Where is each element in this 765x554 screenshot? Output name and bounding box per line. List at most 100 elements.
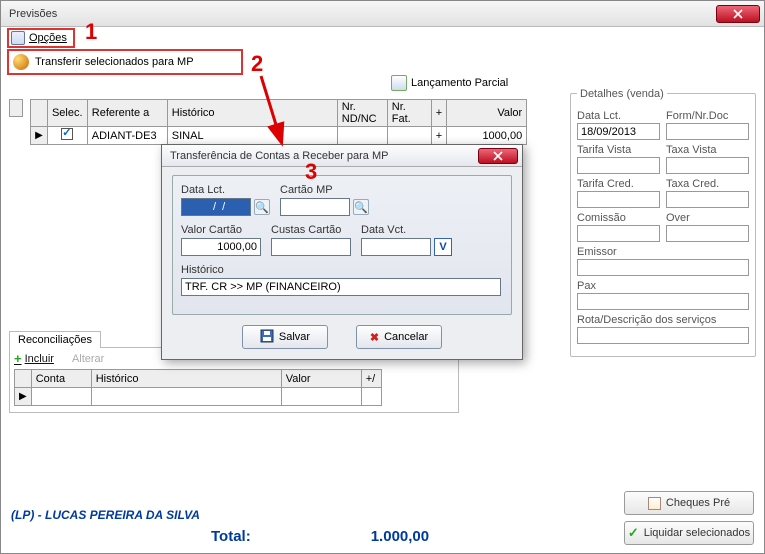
tarifa-vista-input[interactable] xyxy=(577,157,660,174)
data-lct-input[interactable] xyxy=(577,123,660,140)
modal-valor-cartao-label: Valor Cartão xyxy=(181,224,261,236)
detalhes-title: Detalhes (venda) xyxy=(577,88,667,100)
cancelar-label: Cancelar xyxy=(384,331,428,343)
transferir-row: Transferir selecionados para MP xyxy=(1,49,764,75)
row-marker: ▶ xyxy=(31,127,48,145)
recon-col-historico[interactable]: Histórico xyxy=(91,370,281,388)
modal-historico-label: Histórico xyxy=(181,264,503,276)
grid-toggle-icon[interactable] xyxy=(9,99,23,117)
form-input[interactable] xyxy=(666,123,749,140)
col-selec[interactable]: Selec. xyxy=(47,100,87,127)
tarifa-cred-input[interactable] xyxy=(577,191,660,208)
cheques-pre-button[interactable]: Cheques Pré xyxy=(624,491,754,515)
salvar-button[interactable]: Salvar xyxy=(242,325,328,349)
cheques-label: Cheques Pré xyxy=(666,497,730,509)
pax-label: Pax xyxy=(577,280,749,292)
emissor-input[interactable] xyxy=(577,259,749,276)
data-lct-label: Data Lct. xyxy=(577,110,660,122)
modal-valor-cartao-input[interactable] xyxy=(181,238,261,256)
comissao-label: Comissão xyxy=(577,212,660,224)
lookup-icon[interactable]: 🔍 xyxy=(353,199,369,215)
recon-col-conta[interactable]: Conta xyxy=(31,370,91,388)
over-label: Over xyxy=(666,212,749,224)
incluir-button[interactable]: + Incluir xyxy=(14,351,54,366)
save-icon xyxy=(260,329,274,346)
total-value: 1.000,00 xyxy=(371,528,429,545)
taxa-cred-input[interactable] xyxy=(666,191,749,208)
rota-label: Rota/Descrição dos serviços xyxy=(577,314,749,326)
salvar-label: Salvar xyxy=(279,331,310,343)
transferir-label: Transferir selecionados para MP xyxy=(35,56,194,68)
modal-fieldset: Data Lct. 🔍 Cartão MP 🔍 xyxy=(172,175,512,315)
recon-col-valor[interactable]: Valor xyxy=(281,370,361,388)
cancel-icon: ✖ xyxy=(370,331,379,344)
comissao-input[interactable] xyxy=(577,225,660,242)
cell-valor: 1000,00 xyxy=(447,127,527,145)
modal-close-button[interactable] xyxy=(478,148,518,164)
recon-grid: Conta Histórico Valor +/ ▶ xyxy=(14,369,382,406)
liquidar-label: Liquidar selecionados xyxy=(644,527,750,539)
cell-referente: ADIANT-DE3 xyxy=(87,127,167,145)
main-window: Previsões Opções Transferir selecionados… xyxy=(0,0,765,554)
rowhead xyxy=(31,100,48,127)
lookup-icon[interactable]: 🔍 xyxy=(254,199,270,215)
lancamento-label: Lançamento Parcial xyxy=(411,77,508,89)
lancamento-icon xyxy=(391,75,407,91)
transfer-icon xyxy=(13,54,29,70)
close-button[interactable] xyxy=(716,5,760,23)
cell-selec[interactable] xyxy=(47,127,87,145)
modal-transferencia: Transferência de Contas a Receber para M… xyxy=(161,144,523,360)
cheque-icon xyxy=(648,497,661,510)
over-input[interactable] xyxy=(666,225,749,242)
opcoes-button[interactable]: Opções xyxy=(7,28,75,48)
taxa-vista-label: Taxa Vista xyxy=(666,144,749,156)
detalhes-panel: Detalhes (venda) Data Lct. Form/Nr.Doc T… xyxy=(570,93,756,357)
lancamento-parcial-button[interactable]: Lançamento Parcial xyxy=(391,75,508,91)
col-valor[interactable]: Valor xyxy=(447,100,527,127)
modal-data-vct-label: Data Vct. xyxy=(361,224,452,236)
modal-custas-input[interactable] xyxy=(271,238,351,256)
cell-ndnc xyxy=(337,127,387,145)
col-historico[interactable]: Histórico xyxy=(167,100,337,127)
annotation-2: 2 xyxy=(251,51,263,77)
modal-data-vct-input[interactable] xyxy=(361,238,431,256)
modal-cartao-input[interactable] xyxy=(280,198,350,216)
cell-plus: + xyxy=(431,127,446,145)
col-plus[interactable]: + xyxy=(431,100,446,127)
col-ndnc[interactable]: Nr. ND/NC xyxy=(337,100,387,127)
modal-cartao-label: Cartão MP xyxy=(280,184,369,196)
pax-input[interactable] xyxy=(577,293,749,310)
incluir-label: Incluir xyxy=(25,353,54,365)
liquidar-button[interactable]: ✓ Liquidar selecionados xyxy=(624,521,754,545)
transferir-button[interactable]: Transferir selecionados para MP xyxy=(7,49,243,75)
recon-col-plus[interactable]: +/ xyxy=(361,370,381,388)
check-icon: ✓ xyxy=(628,525,639,541)
cell-historico: SINAL xyxy=(167,127,337,145)
close-icon xyxy=(493,151,503,161)
modal-historico-input[interactable] xyxy=(181,278,501,296)
checkbox-icon[interactable] xyxy=(61,128,73,140)
recon-row[interactable]: ▶ xyxy=(15,388,382,406)
tarifa-vista-label: Tarifa Vista xyxy=(577,144,660,156)
modal-titlebar: Transferência de Contas a Receber para M… xyxy=(162,145,522,167)
modal-data-lct-label: Data Lct. xyxy=(181,184,270,196)
titlebar: Previsões xyxy=(1,1,764,27)
emissor-label: Emissor xyxy=(577,246,749,258)
body-area: Lançamento Parcial Selec. Referente a Hi… xyxy=(1,75,764,153)
taxa-vista-input[interactable] xyxy=(666,157,749,174)
annotation-3: 3 xyxy=(305,159,317,185)
cell-nrfat xyxy=(387,127,431,145)
col-referente[interactable]: Referente a xyxy=(87,100,167,127)
alterar-button: Alterar xyxy=(72,353,104,365)
opcoes-label: Opções xyxy=(29,32,67,44)
table-row[interactable]: ▶ ADIANT-DE3 SINAL + 1000,00 xyxy=(31,127,527,145)
cancelar-button[interactable]: ✖ Cancelar xyxy=(356,325,442,349)
modal-data-lct-input[interactable] xyxy=(181,198,251,216)
v-button[interactable]: V xyxy=(434,238,452,256)
col-nrfat[interactable]: Nr. Fat. xyxy=(387,100,431,127)
modal-custas-label: Custas Cartão xyxy=(271,224,351,236)
recon-row-marker: ▶ xyxy=(15,388,32,406)
taxa-cred-label: Taxa Cred. xyxy=(666,178,749,190)
close-icon xyxy=(733,9,743,19)
rota-input[interactable] xyxy=(577,327,749,344)
